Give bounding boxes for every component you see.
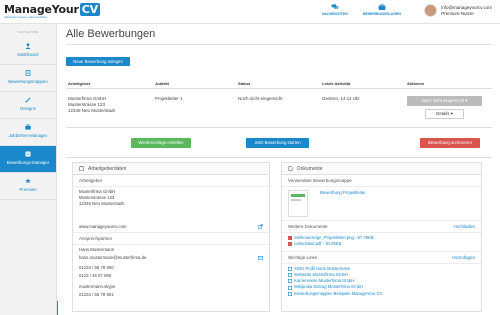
main-content: Alle Bewerbungen Neue Bewerbung anlegen … (58, 24, 500, 315)
user-menu[interactable]: info@manageyourcv.com Premium-Nutzer (424, 4, 492, 17)
star-icon (25, 178, 31, 184)
employer-heading: Arbeitgeber (79, 178, 103, 183)
sidebar-item-label: Designs (20, 106, 36, 111)
link-icon (288, 266, 292, 271)
link-icon (288, 273, 292, 278)
contact-heading: Ansprechpartner (79, 235, 113, 241)
sidebar-item-jobboersen[interactable]: Jobbörsen-Manager (0, 119, 56, 146)
sidebar-item-bewerbungs-manager[interactable]: Bewerbungs-Manager (0, 146, 56, 173)
table-header-divider (66, 88, 492, 89)
table-row-status: Noch nicht eingereicht (238, 96, 283, 101)
nav-messages[interactable]: NACHRICHTEN (322, 4, 348, 16)
contact-mobile: 01234 / 56 78 901 (79, 291, 114, 297)
table-row-last-activity: Gestern, 14:11 Uhr (322, 96, 360, 101)
nav-applications[interactable]: BEWERBUNGSLAGEN (363, 4, 401, 16)
used-folder-heading: Verwendete Bewerbungsmappe (288, 178, 352, 183)
user-plan: Premium-Nutzer (441, 10, 474, 16)
column-header-status: Status (238, 81, 251, 86)
start-application-button[interactable]: Jetzt Bewerbung starten (246, 138, 309, 148)
employer-website: www.manageyourcv.com (79, 223, 127, 229)
clipboard-icon (79, 166, 84, 171)
column-header-employer: Arbeitgeber (68, 81, 91, 86)
sidebar-item-label: Bewerbungsmappen (8, 79, 48, 84)
create-reminder-button[interactable]: Wiedervorlage erstellen (131, 138, 191, 148)
list-icon (25, 151, 31, 157)
sidebar-item-label: Premium (19, 187, 37, 192)
column-header-last-activity: Letzte Aktivität (322, 81, 351, 86)
contact-fax: 0123 / 45 67 890 (79, 273, 112, 279)
page-title: Alle Bewerbungen (66, 28, 156, 40)
table-row-employer: Musterfirma GmbH Musterstrasse 123 12345… (68, 96, 115, 113)
important-links-heading: Wichtige Links (288, 254, 318, 260)
chat-icon (331, 4, 339, 9)
nav-applications-label: BEWERBUNGSLAGEN (363, 12, 401, 16)
sidebar: NAVIGATION Dashboard Bewerbungsmappen De… (0, 24, 57, 315)
avatar (424, 4, 438, 17)
image-file-icon (288, 236, 292, 241)
more-documents-heading: Weitere Dokumente (288, 224, 328, 229)
nav-messages-label: NACHRICHTEN (322, 12, 348, 16)
briefcase-icon (25, 124, 31, 130)
new-application-button[interactable]: Neue Bewerbung anlegen (66, 57, 130, 66)
sidebar-item-label: Dashboard (17, 52, 39, 57)
used-folder-link[interactable]: Bewerbung Projektleiter (314, 187, 372, 198)
column-header-jobtitle: Jobtitel (155, 81, 170, 86)
logo-cv-badge: CV (79, 3, 100, 16)
add-link-button[interactable]: Hinzufügen (452, 255, 475, 260)
divider (66, 44, 492, 45)
contact-name: Hans Mustermann (79, 246, 115, 252)
link-item[interactable]: Bewerbungsmappen Beispiele ManageYour CV (282, 291, 481, 297)
table-row-divider (66, 127, 492, 128)
sidebar-item-label: Jobbörsen-Manager (8, 133, 48, 138)
document-icon (25, 70, 31, 76)
sidebar-item-bewerbungsmappen[interactable]: Bewerbungsmappen (0, 65, 56, 92)
documents-panel: Dokumente Verwendete Bewerbungsmappe Bew… (281, 162, 482, 312)
logo[interactable]: ManageYour CV Jobsuche besser, Leben leic… (4, 3, 100, 19)
employer-data-panel: Arbeitgeberdaten Arbeitgeber Musterfirma… (72, 162, 270, 312)
briefcase-icon (378, 4, 386, 10)
pdf-file-icon (288, 242, 292, 247)
link-icon (288, 291, 292, 296)
brush-icon (25, 97, 31, 103)
contact-phone: 01234 / 56 78 900 (79, 265, 114, 271)
section-divider (66, 157, 492, 158)
email-icon[interactable] (258, 256, 263, 261)
contact-email: hans.mustermann@musterfirma.de (79, 255, 147, 261)
link-icon (288, 285, 292, 290)
user-email: info@manageyourcv.com (441, 4, 492, 10)
sidebar-item-premium[interactable]: Premium (0, 173, 56, 200)
sidebar-item-designs[interactable]: Designs (0, 92, 56, 119)
table-row-jobtitle: Projektleiter 1 (155, 96, 183, 101)
link-icon (288, 279, 292, 284)
upload-link[interactable]: Hochladen (453, 224, 475, 229)
sidebar-item-dashboard[interactable]: Dashboard (0, 38, 56, 65)
file-icon (288, 166, 293, 171)
panel-title: Dokumente (297, 165, 323, 172)
external-link-icon[interactable] (258, 224, 263, 230)
panel-title: Arbeitgeberdaten (88, 165, 127, 172)
details-dropdown-button[interactable]: Details ▾ (425, 109, 464, 119)
employer-address: Musterfirma GmbH Musterstrasse 123 12345… (79, 189, 124, 207)
folder-thumbnail[interactable] (288, 190, 308, 217)
archive-application-button[interactable]: Bewerbung archivieren (420, 138, 480, 148)
sidebar-item-label: Bewerbungs-Manager (6, 160, 50, 165)
status-dropdown-button[interactable]: Noch nicht eingereicht ▾ (407, 96, 482, 106)
contact-skype: mustermann.skype (79, 283, 116, 289)
column-header-actions: Aktionen (407, 81, 425, 86)
sidebar-heading: NAVIGATION (17, 30, 39, 34)
user-icon (25, 43, 31, 49)
top-bar: ManageYour CV Jobsuche besser, Leben leic… (0, 0, 500, 24)
document-item[interactable]: Lebenslauf.pdf - 30.49KB (282, 241, 481, 247)
